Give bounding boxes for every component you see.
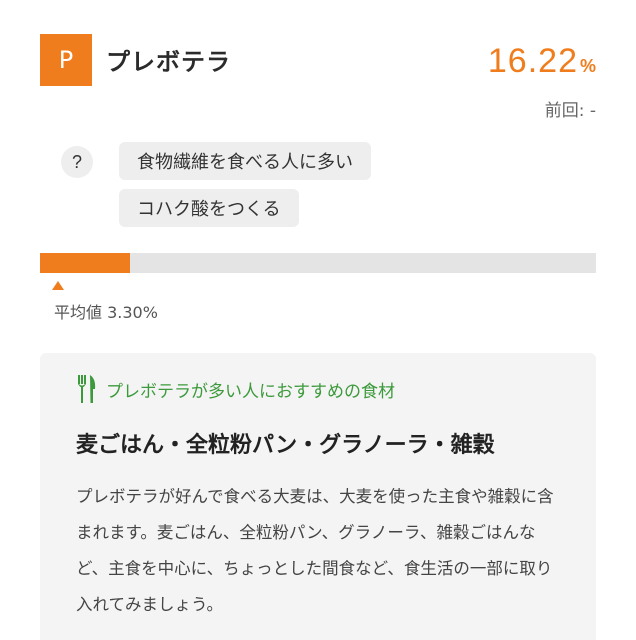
fork-knife-icon <box>78 375 96 403</box>
percentage-unit: % <box>579 56 596 76</box>
recommendation-panel: プレボテラが多い人におすすめの食材 麦ごはん・全粒粉パン・グラノーラ・雑穀 プレ… <box>40 353 596 640</box>
recommended-foods-title: 麦ごはん・全粒粉パン・グラノーラ・雑穀 <box>76 433 495 458</box>
bacterium-name: プレボテラ <box>106 48 231 76</box>
previous-value: 前回: - <box>544 101 596 121</box>
help-icon[interactable]: ? <box>61 146 93 178</box>
recommendation-body: プレボテラが好んで食べる大麦は、大麦を使った主食や雑穀に含まれます。麦ごはん、全… <box>76 487 554 614</box>
abundance-bar-fill <box>40 253 131 273</box>
trait-tag: コハク酸をつくる <box>119 189 299 227</box>
bacterium-header: P プレボテラ 16.22% <box>40 34 596 86</box>
bacterium-badge: P <box>40 34 92 86</box>
recommendation-heading: プレボテラが多い人におすすめの食材 <box>78 375 395 403</box>
average-label: 平均値 3.30% <box>54 303 158 322</box>
trait-tag: 食物繊維を食べる人に多い <box>119 142 371 180</box>
bacterium-percentage: 16.22% <box>488 42 596 81</box>
average-marker-icon <box>52 281 65 290</box>
abundance-bar <box>40 253 596 273</box>
percentage-value: 16.22 <box>487 42 578 80</box>
recommendation-heading-text: プレボテラが多い人におすすめの食材 <box>106 381 395 402</box>
